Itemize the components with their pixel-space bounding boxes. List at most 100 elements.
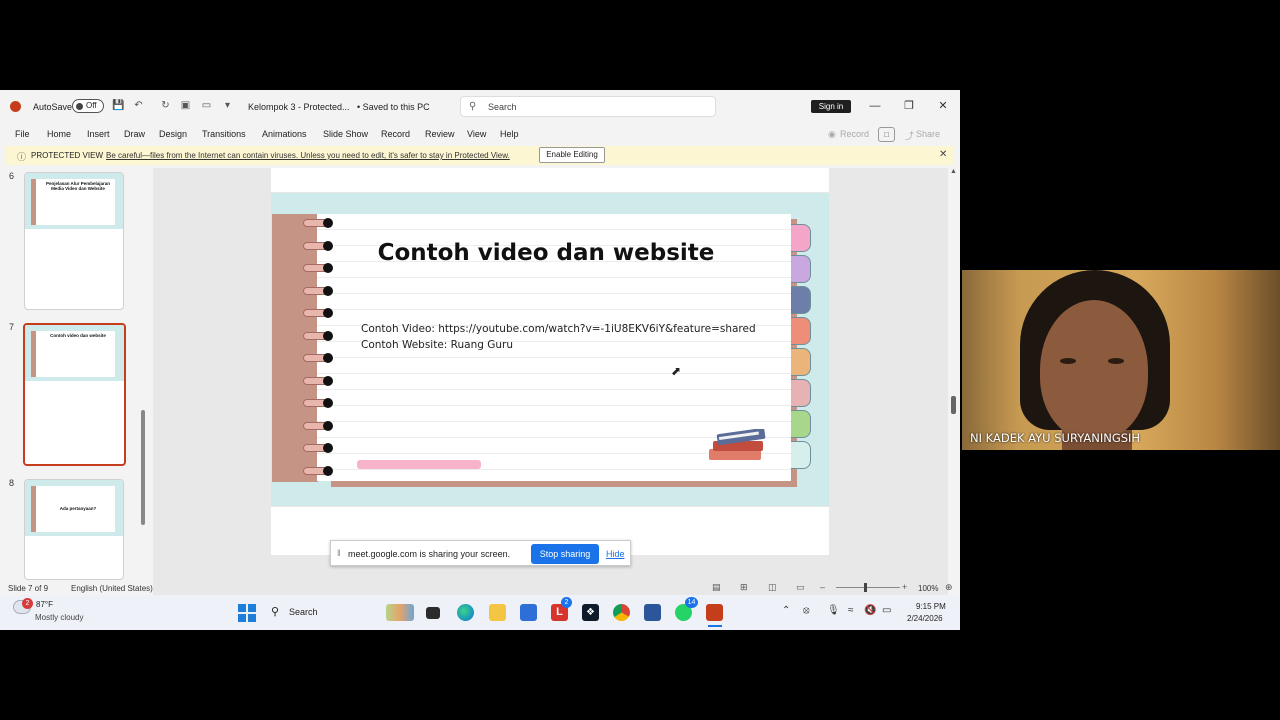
protected-view-message[interactable]: Be careful—files from the Internet can c…: [106, 151, 510, 160]
fit-slide-icon[interactable]: ⊕: [945, 582, 953, 593]
chrome-icon[interactable]: [613, 604, 630, 621]
slide-title[interactable]: Contoh video dan website: [371, 240, 721, 266]
tab-review[interactable]: Review: [425, 129, 455, 139]
slide-thumbnail-7[interactable]: Contoh video dan website: [23, 323, 126, 466]
ring-hole: [323, 443, 333, 453]
ring-hole: [323, 398, 333, 408]
scrollbar-thumb[interactable]: [951, 396, 956, 414]
save-icon[interactable]: 💾: [112, 100, 124, 111]
share-icon[interactable]: ⤴: [905, 129, 914, 142]
zoom-slider-knob[interactable]: [864, 583, 867, 592]
open-folder-icon[interactable]: ▭: [201, 100, 212, 111]
hide-link[interactable]: Hide: [606, 549, 625, 559]
slide-sorter-icon[interactable]: ⊞: [740, 582, 748, 593]
slideshow-view-icon[interactable]: ▭: [796, 582, 805, 593]
wifi-icon[interactable]: ≈: [848, 605, 854, 616]
redo-icon[interactable]: ↻: [160, 100, 171, 111]
stop-sharing-button[interactable]: Stop sharing: [531, 544, 599, 564]
record-button[interactable]: Record: [840, 129, 869, 139]
present-icon[interactable]: ▣: [180, 100, 191, 111]
thumbnail-number: 6: [9, 171, 15, 181]
zoom-slider[interactable]: [836, 587, 900, 588]
tab-insert[interactable]: Insert: [87, 129, 110, 139]
weather-description[interactable]: Mostly cloudy: [35, 613, 83, 622]
start-pane: [248, 604, 256, 612]
start-pane: [248, 614, 256, 622]
taskbar-search[interactable]: ⚲ Search: [265, 604, 370, 621]
tab-help[interactable]: Help: [500, 129, 519, 139]
mouse-cursor-icon: ⬈: [671, 364, 682, 378]
participant-video-tile[interactable]: NI KADEK AYU SURYANINGSIH: [962, 270, 1280, 450]
widgets-icon[interactable]: [386, 604, 414, 621]
slide-thumbnail-6[interactable]: Penjelasan Alur Pembelajaran Media Video…: [24, 172, 124, 310]
sign-in-button[interactable]: Sign in: [811, 100, 851, 113]
language-indicator[interactable]: English (United States): [71, 584, 153, 593]
spiral-ring: [303, 285, 333, 296]
zoom-level[interactable]: 100%: [918, 584, 938, 593]
protected-view-title: PROTECTED VIEW: [31, 151, 104, 160]
battery-icon[interactable]: ▭: [882, 605, 891, 616]
canvas-scrollbar[interactable]: ▲ ▼ ▲ ▼: [949, 168, 959, 630]
close-icon[interactable]: ✕: [939, 149, 947, 160]
tab-design[interactable]: Design: [159, 129, 187, 139]
volume-muted-icon[interactable]: 🔇: [864, 605, 876, 616]
slide-thumbnail-8[interactable]: Ada pertanyaan?: [24, 479, 124, 580]
tab-transitions[interactable]: Transitions: [202, 129, 246, 139]
undo-icon[interactable]: ↶: [133, 100, 144, 111]
comments-icon[interactable]: □: [878, 127, 895, 142]
dropbox-icon[interactable]: ❖: [582, 604, 599, 621]
restore-icon[interactable]: ❐: [902, 99, 916, 113]
tab-view[interactable]: View: [467, 129, 486, 139]
search-icon: ⚲: [469, 101, 477, 112]
tab-home[interactable]: Home: [47, 129, 71, 139]
customize-quick-access-icon[interactable]: ▾: [222, 100, 233, 111]
ring-hole: [323, 420, 333, 431]
clock-date[interactable]: 2/24/2026: [907, 614, 943, 623]
search-placeholder: Search: [488, 102, 517, 112]
document-title[interactable]: Kelompok 3 - Protected...: [248, 102, 350, 112]
file-explorer-icon[interactable]: [489, 604, 506, 621]
ribbon-tabs: File Home Insert Draw Design Transitions…: [0, 126, 960, 144]
tab-animations[interactable]: Animations: [262, 129, 307, 139]
clock-time[interactable]: 9:15 PM: [916, 602, 946, 611]
participant-eye: [1060, 358, 1076, 364]
current-slide[interactable]: Contoh video dan website Contoh Video: h…: [271, 193, 829, 506]
autosave-toggle[interactable]: Off: [72, 99, 104, 113]
hidden-eye-icon[interactable]: ⦻: [803, 605, 810, 616]
start-pane: [238, 604, 246, 612]
drag-handle-icon[interactable]: ‖: [337, 548, 341, 558]
scrollbar-thumb[interactable]: [141, 410, 145, 525]
terminal-icon[interactable]: [426, 607, 440, 619]
scroll-up-icon[interactable]: ▲: [950, 168, 957, 175]
tab-draw[interactable]: Draw: [124, 129, 145, 139]
thumbnail-title: Contoh video dan website: [50, 333, 106, 338]
zoom-in-icon[interactable]: +: [902, 582, 907, 592]
protected-view-bar: ⓘ PROTECTED VIEW Be careful—files from t…: [6, 146, 954, 165]
search-input[interactable]: ⚲ Search: [460, 96, 716, 117]
thumbnail-scrollbar[interactable]: [139, 180, 147, 590]
tab-file[interactable]: File: [15, 129, 30, 139]
powerpoint-icon[interactable]: [706, 604, 723, 621]
slide-video-line[interactable]: Contoh Video: https://youtube.com/watch?…: [361, 323, 756, 335]
slide-thumbnail-pane: 6 Penjelasan Alur Pembelajaran Media Vid…: [0, 168, 150, 580]
record-icon[interactable]: ◉: [828, 129, 836, 140]
windows-start-icon[interactable]: [238, 604, 256, 622]
chevron-up-icon[interactable]: ⌃: [782, 605, 790, 616]
share-button[interactable]: Share: [916, 129, 940, 139]
weather-temperature[interactable]: 87°F: [36, 600, 53, 609]
enable-editing-button[interactable]: Enable Editing: [539, 147, 605, 163]
tab-slide-show[interactable]: Slide Show: [323, 129, 368, 139]
word-icon[interactable]: [644, 604, 661, 621]
edge-browser-icon[interactable]: [457, 604, 474, 621]
microphone-icon[interactable]: 🎙: [827, 605, 840, 616]
minimize-icon[interactable]: —: [868, 99, 882, 113]
close-icon[interactable]: ✕: [936, 99, 950, 113]
start-pane: [238, 614, 246, 622]
normal-view-icon[interactable]: ▤: [712, 582, 721, 593]
slide-website-line[interactable]: Contoh Website: Ruang Guru: [361, 339, 513, 351]
reading-view-icon[interactable]: ◫: [768, 582, 777, 593]
microsoft-store-icon[interactable]: [520, 604, 537, 621]
tab-record[interactable]: Record: [381, 129, 410, 139]
zoom-out-icon[interactable]: –: [820, 582, 825, 592]
ring-hole: [323, 308, 333, 318]
